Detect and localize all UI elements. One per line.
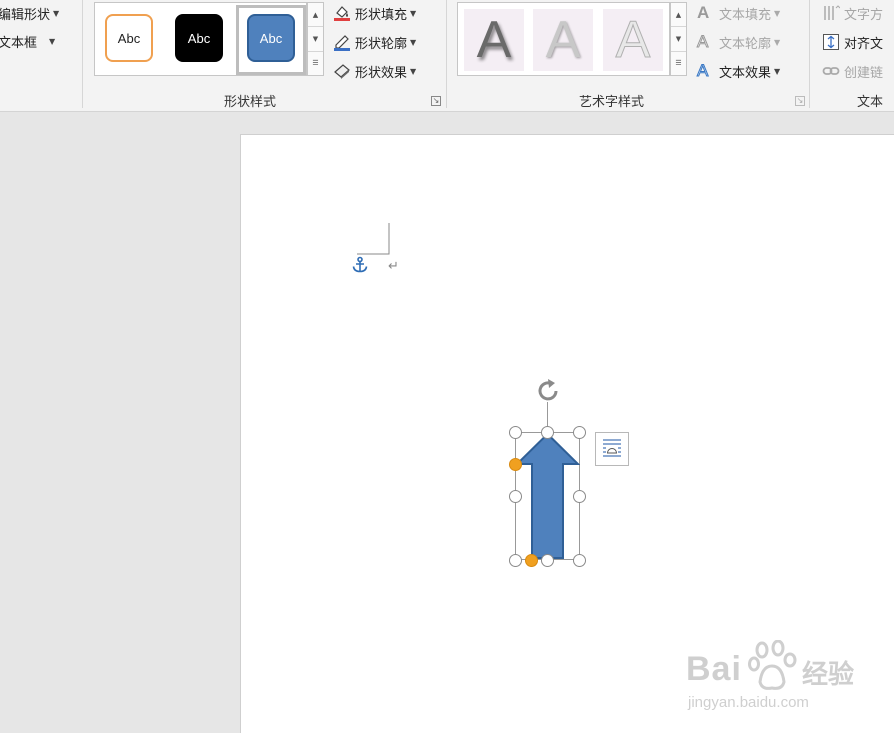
shape-effects-icon [333, 62, 351, 80]
baidu-watermark: Bai 经验 jingyan.baidu.com [686, 636, 856, 726]
adjust-handle-shaft[interactable] [525, 554, 538, 567]
shape-fill-label: 形状填充 [355, 7, 408, 23]
wordart-tile-letter: A [545, 11, 581, 69]
anchor-icon[interactable] [351, 256, 369, 278]
resize-handle-right[interactable] [573, 490, 586, 503]
text-fill-label: 文本填充 [719, 7, 772, 23]
dialog-launcher-icon[interactable]: ↘ [431, 96, 441, 106]
chevron-down-icon: ▼ [53, 8, 60, 18]
text-outline-button[interactable]: A 文本轮廓 ▼ [697, 31, 781, 53]
pencil-icon [333, 33, 351, 51]
text-direction-button[interactable]: 文字方 [822, 2, 883, 24]
scroll-up-icon[interactable]: ▲ [308, 3, 323, 28]
shape-style-tile[interactable]: Abc [105, 14, 153, 62]
chevron-down-icon: ▼ [774, 8, 781, 18]
wordart-styles-group-label: 艺术字样式 [579, 95, 645, 110]
chevron-down-icon: ▼ [49, 36, 56, 46]
wordart-gallery-scroll[interactable]: ▲ ▼ ☰ [670, 2, 687, 76]
group-separator [82, 0, 83, 108]
chevron-down-icon: ▼ [774, 66, 781, 76]
paragraph-mark: ↵ [388, 259, 399, 274]
link-icon [822, 62, 840, 80]
shape-fill-button[interactable]: 形状填充 ▼ [333, 2, 416, 24]
edit-shape-button[interactable]: 编辑形状 ▼ [0, 2, 59, 24]
shape-style-gallery-scroll[interactable]: ▲ ▼ ☰ [307, 2, 324, 76]
gallery-more-icon[interactable]: ☰ [308, 52, 323, 75]
chevron-down-icon: ▼ [774, 37, 781, 47]
shape-style-tile[interactable]: Abc [175, 14, 223, 62]
paw-logo-icon [748, 640, 797, 690]
wordart-tile-letter: A [615, 11, 651, 70]
shape-effects-label: 形状效果 [355, 65, 408, 81]
ribbon: 编辑形状 ▼ 文本框 ▼ Abc Abc Abc ▲ ▼ ☰ 形状填充 ▼ 形状… [0, 0, 894, 112]
align-text-label: 对齐文 [844, 36, 884, 52]
adjust-handle-head[interactable] [509, 458, 522, 471]
layout-options-button[interactable] [595, 432, 629, 466]
shape-style-tile-text: Abc [259, 30, 283, 46]
text-direction-icon [822, 4, 841, 22]
up-arrow-shape[interactable] [515, 432, 580, 560]
create-link-button[interactable]: 创建链 [822, 60, 883, 82]
rotate-handle-icon[interactable] [533, 376, 563, 410]
text-outline-icon: A [697, 32, 709, 51]
wordart-style-tile[interactable]: A [603, 9, 663, 71]
wordart-style-tile[interactable]: A [533, 9, 593, 71]
chevron-down-icon: ▼ [410, 66, 417, 76]
text-direction-label: 文字方 [844, 7, 884, 23]
text-effects-button[interactable]: A 文本效果 ▼ [697, 60, 781, 82]
resize-handle-bottom[interactable] [541, 554, 554, 567]
shape-style-tile-selected[interactable]: Abc [247, 14, 295, 62]
shape-style-gallery: Abc Abc Abc [94, 2, 307, 76]
resize-handle-bottom-left[interactable] [509, 554, 522, 567]
dialog-launcher-icon[interactable]: ↘ [795, 96, 805, 106]
shape-outline-label: 形状轮廓 [355, 36, 408, 52]
shape-style-tile-text: Abc [187, 30, 211, 46]
wordart-tile-letter: A [476, 11, 512, 69]
resize-handle-bottom-right[interactable] [573, 554, 586, 567]
layout-options-icon [603, 439, 621, 457]
text-fill-icon: A [697, 3, 710, 22]
edit-shape-label: 编辑形状 [0, 7, 51, 23]
text-group-label: 文本 [857, 95, 884, 110]
create-link-label: 创建链 [844, 65, 884, 81]
watermark-url: jingyan.baidu.com [688, 694, 809, 711]
shape-effects-button[interactable]: 形状效果 ▼ [333, 60, 416, 82]
align-text-icon [822, 33, 840, 51]
resize-handle-top[interactable] [541, 426, 554, 439]
text-box-label: 文本框 [0, 35, 38, 51]
watermark-brand: Bai [686, 650, 742, 688]
shape-styles-group-label: 形状样式 [224, 95, 277, 110]
scroll-down-icon[interactable]: ▼ [308, 27, 323, 52]
scroll-up-icon[interactable]: ▲ [671, 3, 686, 28]
margin-corner-mark [357, 223, 390, 255]
resize-handle-left[interactable] [509, 490, 522, 503]
resize-handle-top-left[interactable] [509, 426, 522, 439]
wordart-style-gallery: A A A [457, 2, 670, 76]
paint-bucket-icon [333, 4, 351, 22]
shape-style-tile-text: Abc [117, 30, 141, 46]
chevron-down-icon: ▼ [410, 37, 417, 47]
gallery-more-icon[interactable]: ☰ [671, 52, 686, 75]
group-separator [809, 0, 810, 108]
watermark-suffix: 经验 [802, 660, 855, 690]
scroll-down-icon[interactable]: ▼ [671, 27, 686, 52]
resize-handle-top-right[interactable] [573, 426, 586, 439]
chevron-down-icon: ▼ [410, 8, 417, 18]
shape-outline-button[interactable]: 形状轮廓 ▼ [333, 31, 416, 53]
wordart-style-tile[interactable]: A [464, 9, 524, 71]
group-separator [446, 0, 447, 108]
text-effects-icon: A [697, 61, 709, 80]
text-fill-button[interactable]: A 文本填充 ▼ [697, 2, 780, 24]
align-text-button[interactable]: 对齐文 [822, 31, 883, 53]
text-outline-label: 文本轮廓 [719, 36, 772, 52]
text-effects-label: 文本效果 [719, 65, 772, 81]
text-box-button[interactable]: 文本框 ▼ [0, 30, 55, 52]
